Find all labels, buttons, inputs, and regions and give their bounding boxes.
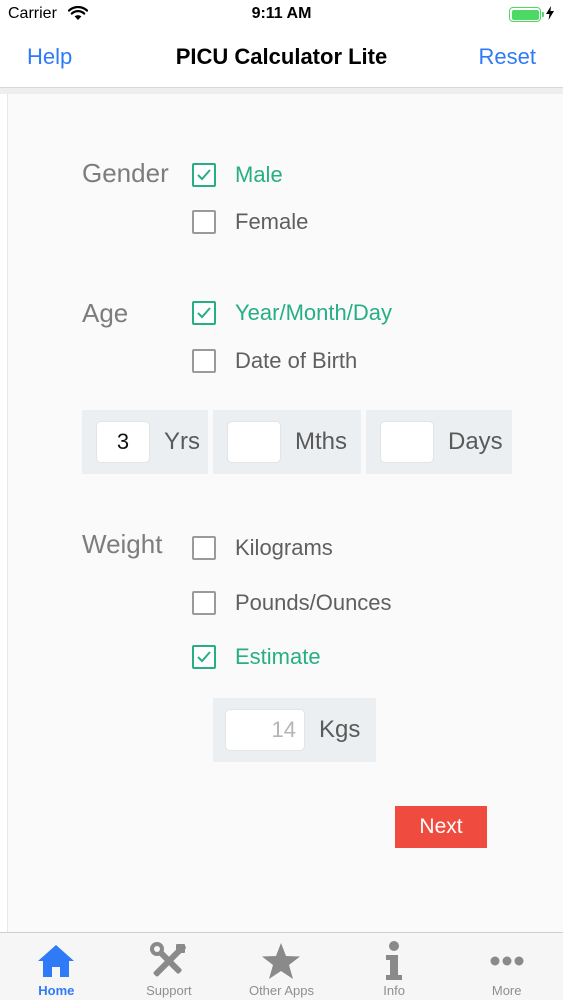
tab-support[interactable]: Support (113, 933, 226, 1000)
checkmark-icon (197, 307, 211, 319)
pounds-ounces-label: Pounds/Ounces (235, 590, 392, 615)
months-input[interactable] (227, 421, 281, 463)
weight-option-estimate[interactable]: Estimate (192, 644, 321, 670)
date-of-birth-checkbox[interactable] (192, 349, 216, 373)
tab-other-apps[interactable]: Other Apps (225, 933, 338, 1000)
tab-other-apps-label: Other Apps (248, 983, 314, 998)
reset-button[interactable]: Reset (479, 44, 536, 70)
status-bar: Carrier 9:11 AM (0, 0, 563, 30)
months-unit: Mths (295, 428, 348, 455)
navigation-bar: Help PICU Calculator Lite Reset (0, 30, 563, 88)
male-label: Male (235, 162, 283, 187)
more-icon (489, 941, 525, 981)
kilograms-checkbox[interactable] (192, 536, 216, 560)
weight-option-kilograms[interactable]: Kilograms (192, 535, 333, 561)
tab-support-label: Support (146, 983, 192, 998)
tab-home-label: Home (38, 983, 75, 998)
calculator-form: Gender Male Female Age Year/Month/Day Da… (7, 94, 563, 932)
days-unit: Days (448, 428, 503, 455)
estimated-weight-input[interactable] (225, 709, 305, 751)
battery-icon (509, 7, 544, 22)
age-option-dob[interactable]: Date of Birth (192, 348, 357, 374)
app-screen: Carrier 9:11 AM Help PICU Calculator Lit… (0, 0, 563, 1000)
years-unit: Yrs (164, 428, 200, 455)
tools-icon (149, 941, 189, 981)
tab-more[interactable]: More (450, 933, 563, 1000)
age-option-ymd[interactable]: Year/Month/Day (192, 300, 392, 326)
charging-bolt-icon (546, 6, 554, 25)
gender-option-male[interactable]: Male (192, 162, 283, 188)
info-icon (382, 941, 406, 981)
female-checkbox[interactable] (192, 210, 216, 234)
years-input[interactable] (96, 421, 150, 463)
checkmark-icon (197, 651, 211, 663)
date-of-birth-label: Date of Birth (235, 348, 358, 373)
gender-label: Gender (82, 158, 169, 188)
star-icon (261, 941, 301, 981)
days-input[interactable] (380, 421, 434, 463)
year-month-day-checkbox[interactable] (192, 301, 216, 325)
male-checkbox[interactable] (192, 163, 216, 187)
checkmark-icon (197, 169, 211, 181)
days-field-group: Days (366, 410, 512, 474)
tab-home[interactable]: Home (0, 933, 113, 1000)
home-icon (36, 941, 76, 981)
next-button[interactable]: Next (395, 806, 487, 848)
estimated-weight-group: Kgs (213, 698, 376, 762)
years-field-group: Yrs (82, 410, 208, 474)
tab-info[interactable]: Info (338, 933, 451, 1000)
kilograms-label: Kilograms (235, 535, 333, 560)
gender-option-female[interactable]: Female (192, 209, 308, 235)
months-field-group: Mths (213, 410, 361, 474)
weight-label: Weight (82, 529, 163, 559)
pounds-ounces-checkbox[interactable] (192, 591, 216, 615)
tab-bar: Home Support Other Apps Info More (0, 932, 563, 1000)
female-label: Female (235, 209, 309, 234)
weight-option-pounds[interactable]: Pounds/Ounces (192, 590, 392, 616)
tab-info-label: Info (383, 983, 405, 998)
year-month-day-label: Year/Month/Day (235, 300, 392, 325)
clock: 9:11 AM (251, 5, 312, 22)
estimate-label: Estimate (235, 644, 321, 669)
kgs-unit: Kgs (319, 716, 361, 743)
tab-more-label: More (491, 983, 522, 998)
age-label: Age (82, 298, 129, 328)
estimate-checkbox[interactable] (192, 645, 216, 669)
